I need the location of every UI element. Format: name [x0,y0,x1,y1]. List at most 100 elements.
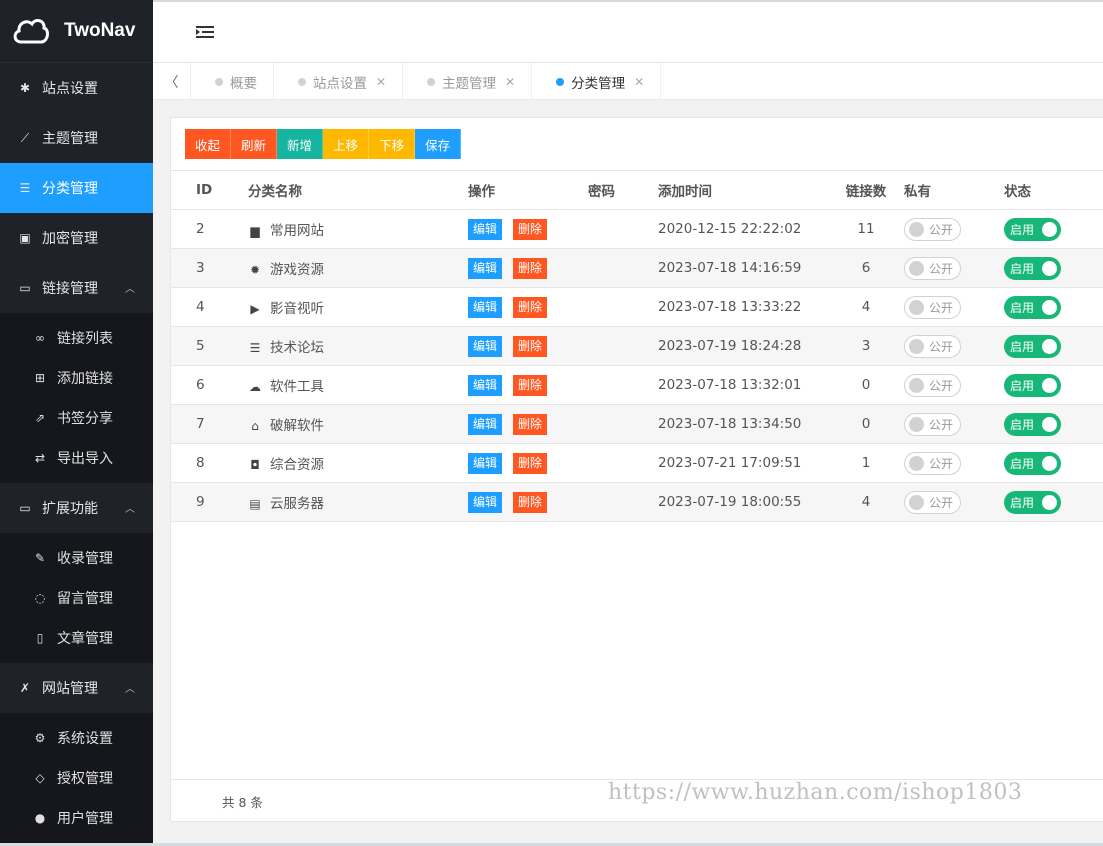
sidebar-subitem-import-export[interactable]: ⇄ 导出导入 [0,438,153,478]
status-toggle[interactable]: 启用 [1004,256,1061,280]
cell-id: 9 [171,482,248,522]
delete-button[interactable]: 删除 [513,335,548,357]
sidebar-item-site-settings[interactable]: ✱ 站点设置 [0,63,153,113]
delete-button[interactable]: 删除 [513,218,548,240]
edit-button[interactable]: 编辑 [468,452,503,474]
delete-button[interactable]: 删除 [513,296,548,318]
edit-button[interactable]: 编辑 [468,335,503,357]
sidebar-subitem-users[interactable]: ● 用户管理 [0,798,153,838]
private-toggle[interactable]: 公开 [904,256,961,280]
edit-button[interactable]: 编辑 [468,491,503,513]
sidebar-item-label: 加密管理 [42,231,98,247]
col-id[interactable]: ID [171,170,248,210]
table-header-row: ID 分类名称 操作 密码 添加时间 链接数 私有 状态 [171,170,1103,210]
cell-name[interactable]: ⌂ 破解软件 [248,404,468,444]
cell-name[interactable]: ✹ 游戏资源 [248,248,468,288]
sidebar-item-encryption[interactable]: ▣ 加密管理 [0,213,153,263]
sidebar-item-extensions[interactable]: ▭ 扩展功能 ︿ [0,483,153,533]
table-row[interactable]: 8 ◘ 综合资源 编辑 删除 2023-07-21 17:09:51 1 公开 启用 [171,443,1103,483]
cell-name[interactable]: ▶ 影音视听 [248,287,468,327]
sidebar-toggle-icon[interactable] [195,24,215,40]
delete-button[interactable]: 删除 [513,257,548,279]
private-toggle[interactable]: 公开 [904,451,961,475]
cell-added-time: 2023-07-19 18:24:28 [658,326,828,366]
sidebar-subitem-link-list[interactable]: ∞ 链接列表 [0,318,153,358]
private-toggle[interactable]: 公开 [904,373,961,397]
tab-category[interactable]: 分类管理 ✕ [532,63,662,100]
sidebar-subitem-articles[interactable]: ▯ 文章管理 [0,618,153,658]
sidebar-subitem-license[interactable]: ◇ 授权管理 [0,758,153,798]
close-icon[interactable]: ✕ [634,75,644,89]
col-status[interactable]: 状态 [1004,170,1103,210]
table-row[interactable]: 5 ☰ 技术论坛 编辑 删除 2023-07-19 18:24:28 3 公开 启用 [171,326,1103,366]
close-icon[interactable]: ✕ [376,75,386,89]
tab-site-settings[interactable]: 站点设置 ✕ [274,63,404,100]
status-toggle[interactable]: 启用 [1004,451,1061,475]
col-password[interactable]: 密码 [588,170,658,210]
status-toggle[interactable]: 启用 [1004,373,1061,397]
edit-button[interactable]: 编辑 [468,374,503,396]
add-button[interactable]: 新增 [277,129,324,159]
table-row[interactable]: 4 ▶ 影音视听 编辑 删除 2023-07-18 13:33:22 4 公开 启用 [171,287,1103,327]
sidebar-subitem-add-link[interactable]: ⊞ 添加链接 [0,358,153,398]
col-added-time[interactable]: 添加时间 [658,170,828,210]
cell-name[interactable]: ▆ 常用网站 [248,209,468,249]
status-toggle[interactable]: 启用 [1004,334,1061,358]
tabs-scroll-left-button[interactable]: 〈 [153,63,191,100]
col-private[interactable]: 私有 [904,170,1004,210]
cell-name[interactable]: ☁ 软件工具 [248,365,468,405]
sidebar-subitem-system-settings[interactable]: ⚙ 系统设置 [0,718,153,758]
chevron-up-icon: ︿ [125,504,135,515]
tab-overview[interactable]: 概要 [191,63,274,100]
tab-theme[interactable]: 主题管理 ✕ [403,63,533,100]
move-down-button[interactable]: 下移 [369,129,416,159]
close-icon[interactable]: ✕ [505,75,515,89]
table-row[interactable]: 2 ▆ 常用网站 编辑 删除 2020-12-15 22:22:02 11 公开 启用 [171,209,1103,249]
sidebar-item-label: 扩展功能 [42,501,98,517]
private-toggle[interactable]: 公开 [904,490,961,514]
cell-name[interactable]: ☰ 技术论坛 [248,326,468,366]
edit-button[interactable]: 编辑 [468,296,503,318]
edit-button[interactable]: 编辑 [468,218,503,240]
private-toggle[interactable]: 公开 [904,217,961,241]
app-title: TwoNav [64,20,136,41]
delete-button[interactable]: 删除 [513,374,548,396]
cell-status: 启用 [1004,443,1103,483]
sidebar-item-site-admin[interactable]: ✗ 网站管理 ︿ [0,663,153,713]
save-button[interactable]: 保存 [415,129,462,159]
table-row[interactable]: 7 ⌂ 破解软件 编辑 删除 2023-07-18 13:34:50 0 公开 启用 [171,404,1103,444]
status-toggle[interactable]: 启用 [1004,295,1061,319]
sidebar-item-category[interactable]: ☰ 分类管理 [0,163,153,213]
refresh-button[interactable]: 刷新 [231,129,278,159]
sidebar-item-label: 主题管理 [42,131,98,147]
table-row[interactable]: 6 ☁ 软件工具 编辑 删除 2023-07-18 13:32:01 0 公开 启用 [171,365,1103,405]
cell-operations: 编辑 删除 [468,209,588,249]
table-row[interactable]: 3 ✹ 游戏资源 编辑 删除 2023-07-18 14:16:59 6 公开 启用 [171,248,1103,288]
logo[interactable]: TwoNav [0,0,153,63]
delete-button[interactable]: 删除 [513,413,548,435]
sidebar-subitem-messages[interactable]: ◌ 留言管理 [0,578,153,618]
table-row[interactable]: 9 ▤ 云服务器 编辑 删除 2023-07-19 18:00:55 4 公开 启用 [171,482,1103,522]
sidebar-item-links[interactable]: ▭ 链接管理 ︿ [0,263,153,313]
sidebar-subitem-collect[interactable]: ✎ 收录管理 [0,538,153,578]
edit-button[interactable]: 编辑 [468,257,503,279]
status-toggle[interactable]: 启用 [1004,217,1061,241]
toggle-label: 启用 [1010,261,1035,276]
private-toggle[interactable]: 公开 [904,412,961,436]
collapse-button[interactable]: 收起 [185,129,232,159]
delete-button[interactable]: 删除 [513,491,548,513]
col-link-count[interactable]: 链接数 [828,170,904,210]
status-toggle[interactable]: 启用 [1004,412,1061,436]
cell-name[interactable]: ◘ 综合资源 [248,443,468,483]
private-toggle[interactable]: 公开 [904,334,961,358]
move-up-button[interactable]: 上移 [323,129,370,159]
edit-button[interactable]: 编辑 [468,413,503,435]
delete-button[interactable]: 删除 [513,452,548,474]
tab-label: 分类管理 [571,75,626,92]
sidebar-item-theme[interactable]: ⟋ 主题管理 [0,113,153,163]
status-toggle[interactable]: 启用 [1004,490,1061,514]
col-name[interactable]: 分类名称 [248,170,468,210]
private-toggle[interactable]: 公开 [904,295,961,319]
cell-name[interactable]: ▤ 云服务器 [248,482,468,522]
sidebar-subitem-bookmark-share[interactable]: ⇗ 书签分享 [0,398,153,438]
